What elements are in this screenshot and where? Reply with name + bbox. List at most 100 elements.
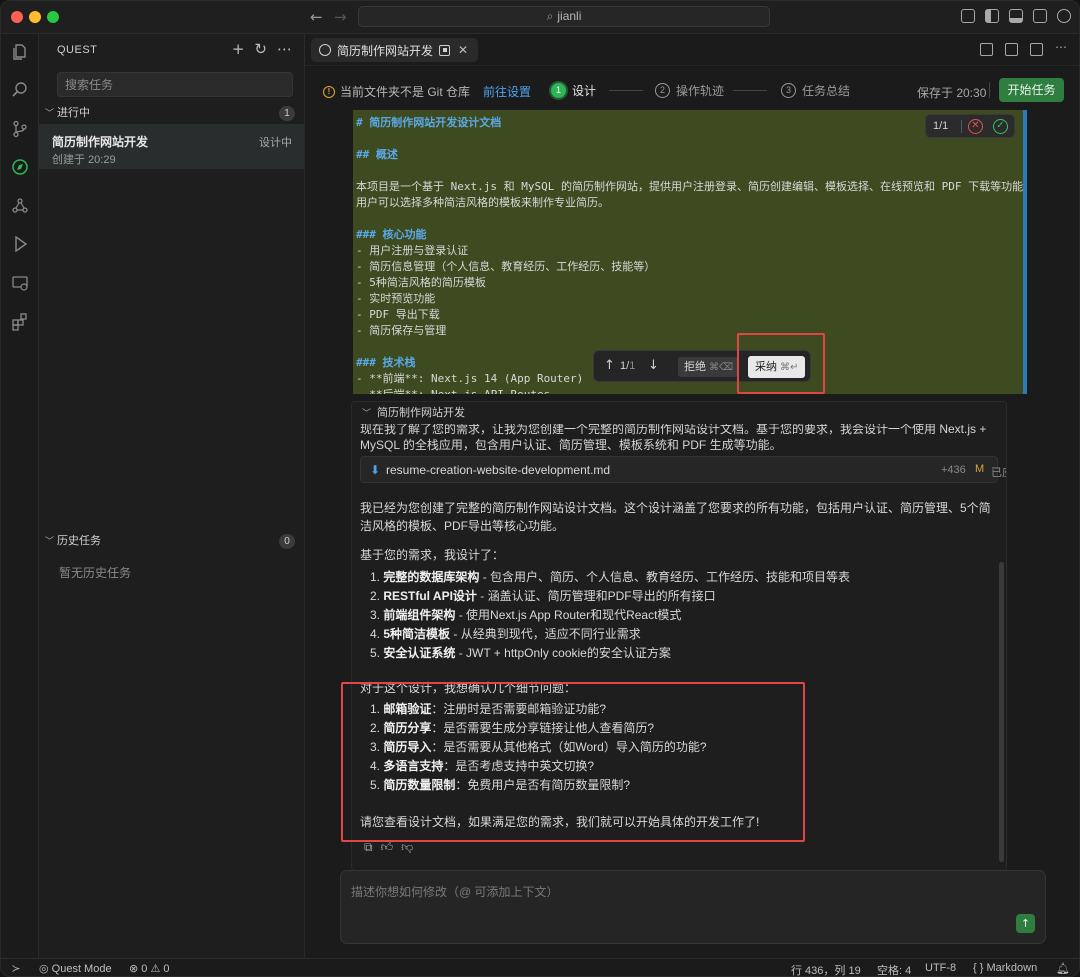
- command-search[interactable]: ⌕ jianli: [358, 6, 770, 27]
- steps-bar: ! 当前文件夹不是 Git 仓库 前往设置 1 设计 2 操作轨迹 3 任务总结…: [305, 74, 1079, 106]
- indentation[interactable]: 空格: 4: [877, 962, 911, 976]
- open-file-icon[interactable]: [1005, 43, 1018, 56]
- workspace-name: jianli: [557, 9, 582, 23]
- next-change-icon[interactable]: ↓: [648, 358, 659, 373]
- chevron-down-icon: ﹀: [45, 109, 55, 119]
- close-icon[interactable]: ✕: [458, 43, 468, 57]
- send-button[interactable]: ↑: [1016, 914, 1035, 933]
- copy-icon[interactable]: ⧉: [364, 840, 373, 855]
- maximize-window-button[interactable]: [47, 11, 59, 23]
- step-trace[interactable]: 2 操作轨迹: [655, 82, 724, 99]
- chat-input-box: ↑: [340, 870, 1046, 944]
- chat-header[interactable]: ﹀ 简历制作网站开发: [352, 402, 1006, 424]
- code-line: - 简历信息管理（个人信息、教育经历、工作经历、技能等）: [356, 260, 656, 273]
- step-connector: [733, 90, 767, 91]
- chat-paragraph: 基于您的需求，我设计了：: [360, 548, 505, 562]
- layout-customize-icon[interactable]: [961, 9, 975, 23]
- more-actions-button[interactable]: ⋯: [277, 40, 292, 58]
- toggle-secondary-sidebar-icon[interactable]: [1033, 9, 1047, 23]
- saved-time: 保存于 20:30: [917, 86, 987, 100]
- title-bar: ← → ⌕ jianli: [1, 1, 1079, 34]
- task-item[interactable]: 简历制作网站开发 设计中 创建于 20:29: [39, 124, 304, 169]
- reject-label: 拒绝: [684, 361, 706, 373]
- change-index: 1/: [620, 360, 630, 372]
- split-compare-icon[interactable]: [980, 43, 993, 56]
- code-line: - 实时预览功能: [356, 292, 436, 305]
- notifications-icon[interactable]: 🔔︎: [1056, 962, 1070, 975]
- cursor-position[interactable]: 行 436，列 19: [791, 962, 861, 976]
- encoding[interactable]: UTF-8: [925, 962, 956, 974]
- code-line: ### 核心功能: [356, 228, 427, 241]
- source-control-icon[interactable]: [11, 120, 29, 138]
- editor-scrollbar[interactable]: [1023, 110, 1027, 394]
- close-window-button[interactable]: [11, 11, 23, 23]
- file-change-card[interactable]: ⬇ resume-creation-website-development.md…: [360, 456, 1006, 483]
- refresh-button[interactable]: ↻: [254, 40, 267, 58]
- thumbs-up-icon[interactable]: 👍︎: [381, 840, 394, 855]
- preview-icon[interactable]: [439, 44, 451, 56]
- account-icon[interactable]: [1057, 9, 1071, 23]
- reject-all-icon[interactable]: ✕: [968, 119, 983, 134]
- chat-scrollbar[interactable]: [999, 562, 1004, 862]
- code-line: - 简历保存与管理: [356, 324, 447, 337]
- list-item-title: 5种简洁模板: [383, 627, 451, 641]
- step-number: 3: [781, 83, 796, 98]
- list-item-text: - 从经典到现代，适应不同行业需求: [450, 627, 641, 641]
- section-history[interactable]: ﹀ 历史任务 0: [45, 531, 295, 551]
- task-status: 设计中: [259, 137, 292, 149]
- start-task-button[interactable]: 开始任务: [999, 78, 1064, 102]
- quest-tab-icon: [319, 44, 331, 56]
- extensions-icon[interactable]: [11, 313, 29, 331]
- go-settings-link[interactable]: 前往设置: [483, 83, 531, 100]
- empty-history-text: 暂无历史任务: [59, 566, 132, 580]
- more-icon[interactable]: ⋯: [1055, 40, 1067, 56]
- quest-mode-indicator[interactable]: ◎ Quest Mode: [39, 962, 112, 975]
- task-search-input[interactable]: [57, 72, 293, 97]
- reject-shortcut: ⌘⌫: [709, 362, 734, 373]
- back-arrow-icon[interactable]: ←: [310, 8, 323, 26]
- list-item-text: - 涵盖认证、简历管理和PDF导出的所有接口: [476, 589, 716, 603]
- divider: [961, 120, 962, 133]
- language-mode[interactable]: { } Markdown: [973, 962, 1037, 974]
- extensions-network-icon[interactable]: [11, 197, 29, 215]
- status-bar: ≻ ◎ Quest Mode ⊗ 0 ⚠ 0 行 436，列 19 空格: 4 …: [1, 958, 1079, 976]
- list-item: 2. RESTful API设计 - 涵盖认证、简历管理和PDF导出的所有接口: [370, 589, 716, 603]
- section-in-progress[interactable]: ﹀ 进行中 1: [45, 103, 295, 123]
- remote-explorer-icon[interactable]: [11, 274, 29, 292]
- problems-indicator[interactable]: ⊗ 0 ⚠ 0: [129, 962, 169, 975]
- quest-icon[interactable]: [11, 158, 29, 176]
- change-total: 1: [629, 360, 636, 372]
- explorer-icon[interactable]: [11, 43, 29, 61]
- chat-message-partial: 现在我了解了您的需求，让我为您创建一个完整的简历制作网站设计文档。基于您的要求，…: [360, 422, 987, 452]
- count-badge: 1: [279, 106, 295, 121]
- code-line: - **前端**: Next.js 14 (App Router): [356, 372, 584, 385]
- thumbs-down-icon[interactable]: 👎︎: [401, 840, 413, 855]
- step-summary[interactable]: 3 任务总结: [781, 82, 850, 99]
- sidebar-title: QUEST: [57, 44, 98, 56]
- list-item: 5. 安全认证系统 - JWT + httpOnly cookie的安全认证方案: [370, 646, 671, 660]
- toggle-sidebar-icon[interactable]: [985, 9, 999, 23]
- accept-all-icon[interactable]: ✓: [993, 119, 1008, 134]
- tab-label: 简历制作网站开发: [337, 43, 434, 58]
- remote-indicator-icon[interactable]: ≻: [1, 959, 31, 976]
- tab-quest[interactable]: 简历制作网站开发 ✕: [311, 38, 479, 62]
- code-line: 本项目是一个基于 Next.js 和 MySQL 的简历制作网站，提供用户注册登…: [356, 180, 1023, 193]
- forward-arrow-icon[interactable]: →: [334, 8, 347, 26]
- applied-status: 已应用: [991, 467, 1006, 479]
- toggle-panel-icon[interactable]: [1009, 9, 1023, 23]
- highlight-box-accept: [737, 333, 825, 394]
- step-design[interactable]: 1 设计: [551, 82, 596, 99]
- lines-added: +436: [941, 464, 966, 476]
- previous-change-icon[interactable]: ↑: [604, 358, 615, 373]
- split-editor-icon[interactable]: [1030, 43, 1043, 56]
- tab-bar: 简历制作网站开发 ✕ ⋯: [305, 34, 1079, 66]
- new-task-button[interactable]: +: [232, 40, 245, 58]
- quest-sidebar: QUEST + ↻ ⋯ ﹀进行中 1 简历制作网站开发 设计中 创建于 20:2…: [39, 34, 305, 958]
- minimize-window-button[interactable]: [29, 11, 41, 23]
- chat-input[interactable]: [351, 883, 991, 903]
- search-icon[interactable]: [11, 81, 29, 99]
- task-created-time: 创建于 20:29: [52, 154, 116, 166]
- run-debug-icon[interactable]: [11, 235, 29, 253]
- design-summary-list: 1. 完整的数据库架构 - 包含用户、简历、个人信息、教育经历、工作经历、技能和…: [370, 568, 850, 663]
- reject-button[interactable]: 拒绝 ⌘⌫: [678, 357, 740, 377]
